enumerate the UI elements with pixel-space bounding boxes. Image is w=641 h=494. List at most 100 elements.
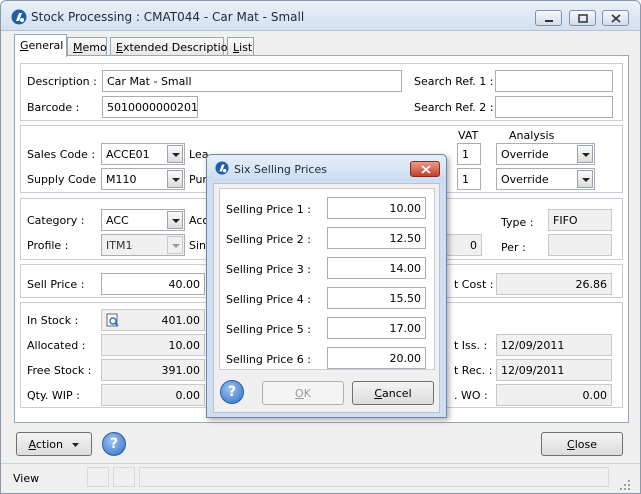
dialog-title-bar[interactable]: Six Selling Prices <box>207 155 446 181</box>
vat1-input[interactable]: 1 <box>457 143 481 165</box>
vat2-input[interactable]: 1 <box>457 168 481 190</box>
type-field: FIFO <box>548 209 612 231</box>
search-ref1-input[interactable] <box>495 70 613 92</box>
vat-header: VAT <box>458 129 479 142</box>
sales-code-dropdown-button[interactable] <box>167 145 183 163</box>
allocated-label: Allocated : <box>27 339 86 352</box>
sales-code-label: Sales Code : <box>27 148 96 161</box>
help-icon[interactable]: ? <box>102 432 126 456</box>
selling-price-1-input[interactable]: 10.00 <box>327 197 426 219</box>
chevron-down-icon <box>172 219 180 223</box>
analysis1-value: Override <box>501 148 549 161</box>
category-combo[interactable]: ACC <box>101 209 185 231</box>
dialog-body: Selling Price 1 : 10.00 Selling Price 2 … <box>213 183 440 413</box>
tab-memo[interactable]: Memo <box>67 37 107 56</box>
selling-price-6-label: Selling Price 6 : <box>226 353 311 366</box>
last-iss-field: 12/09/2011 <box>496 334 612 356</box>
per-field <box>548 234 612 256</box>
analysis2-dropdown-button[interactable] <box>577 170 593 188</box>
in-stock-value: 401.00 <box>161 314 201 327</box>
in-stock-label: In Stock : <box>27 314 79 327</box>
selling-price-5-label: Selling Price 5 : <box>226 323 311 336</box>
in-stock-field[interactable]: 401.00 <box>101 309 205 331</box>
dialog-help-icon[interactable]: ? <box>220 380 244 404</box>
profile-combo[interactable]: ITM1 <box>101 234 185 256</box>
stock-lookup-icon[interactable] <box>106 313 120 327</box>
per-label: Per : <box>501 241 526 254</box>
maximize-button[interactable] <box>569 10 596 26</box>
ok-mnemonic: O <box>295 387 304 400</box>
maximize-icon <box>578 14 588 23</box>
dialog-close-button[interactable] <box>410 161 440 177</box>
tab-extended-description[interactable]: Extended Description <box>110 37 234 56</box>
window-close-button[interactable] <box>602 10 629 26</box>
category-value: ACC <box>106 214 129 227</box>
selling-price-2-label: Selling Price 2 : <box>226 233 311 246</box>
analysis1-combo[interactable]: Override <box>496 143 595 165</box>
last-iss-label-fragment: t Iss. : <box>454 339 488 352</box>
app-logo-icon <box>11 9 27 25</box>
ok-label: K <box>303 387 311 400</box>
category-dropdown-button[interactable] <box>167 211 183 229</box>
action-button[interactable]: Action <box>16 432 92 456</box>
supply-code-dropdown-button[interactable] <box>167 170 183 188</box>
chevron-down-icon <box>172 153 180 157</box>
supply-code-combo[interactable]: M110 <box>101 168 185 190</box>
profile-value: ITM1 <box>106 239 133 252</box>
pur-label-fragment: Pur <box>189 173 207 186</box>
status-pane-3 <box>139 467 609 487</box>
ok-button[interactable]: OK <box>262 381 344 405</box>
tab-general-mnemonic: G <box>20 39 29 52</box>
selling-price-4-input[interactable]: 15.50 <box>327 287 426 309</box>
tab-extended-description-label: xtended Description <box>122 41 235 54</box>
cost-field: 26.86 <box>496 273 612 295</box>
description-label: Description : <box>27 75 97 88</box>
last-rec-field: 12/09/2011 <box>496 359 612 381</box>
analysis1-dropdown-button[interactable] <box>577 145 593 163</box>
allocated-field: 10.00 <box>101 334 205 356</box>
selling-price-6-input[interactable]: 20.00 <box>327 347 426 369</box>
analysis-header: Analysis <box>509 129 555 142</box>
search-ref2-input[interactable] <box>495 96 613 118</box>
description-input[interactable]: Car Mat - Small <box>102 70 402 92</box>
wo-field: 0.00 <box>496 384 612 406</box>
chevron-down-icon <box>172 244 180 248</box>
sales-code-combo[interactable]: ACCE01 <box>101 143 185 165</box>
selling-price-3-label: Selling Price 3 : <box>226 263 311 276</box>
close-icon <box>611 14 621 23</box>
cancel-button[interactable]: Cancel <box>352 381 434 405</box>
status-bar: View <box>1 463 640 493</box>
selling-price-3-input[interactable]: 14.00 <box>327 257 426 279</box>
resize-grip-icon[interactable] <box>619 479 631 491</box>
sell-price-label: Sell Price : <box>27 278 85 291</box>
dialog-title: Six Selling Prices <box>234 163 327 176</box>
minimize-button[interactable] <box>535 10 562 26</box>
close-mnemonic: C <box>567 438 575 451</box>
chevron-down-icon <box>72 443 80 447</box>
title-bar[interactable]: Stock Processing : CMAT044 - Car Mat - S… <box>1 1 640 31</box>
selling-price-4-label: Selling Price 4 : <box>226 293 311 306</box>
profile-dropdown-button[interactable] <box>167 236 183 254</box>
barcode-input[interactable]: 5010000000201 <box>102 96 198 118</box>
sell-price-input[interactable]: 40.00 <box>101 273 205 295</box>
type-label: Type : <box>501 216 534 229</box>
close-button[interactable]: Close <box>541 432 623 456</box>
status-pane-1 <box>87 467 109 487</box>
status-text: View <box>13 472 40 485</box>
selling-price-2-input[interactable]: 12.50 <box>327 227 426 249</box>
tab-list[interactable]: List <box>227 37 254 56</box>
free-stock-field: 391.00 <box>101 359 205 381</box>
selling-price-5-input[interactable]: 17.00 <box>327 317 426 339</box>
search-ref1-label: Search Ref. 1 : <box>414 75 494 88</box>
barcode-label: Barcode : <box>27 101 80 114</box>
search-ref2-label: Search Ref. 2 : <box>414 101 494 114</box>
chevron-down-icon <box>172 178 180 182</box>
qty-wip-label: Qty. WIP : <box>27 389 80 402</box>
cancel-label: ancel <box>382 387 412 400</box>
qty-wip-field: 0.00 <box>101 384 205 406</box>
supply-code-label: Supply Code : <box>27 173 104 186</box>
analysis2-combo[interactable]: Override <box>496 168 595 190</box>
sales-code-value: ACCE01 <box>106 148 150 161</box>
tab-general[interactable]: General <box>14 34 67 57</box>
analysis2-value: Override <box>501 173 549 186</box>
